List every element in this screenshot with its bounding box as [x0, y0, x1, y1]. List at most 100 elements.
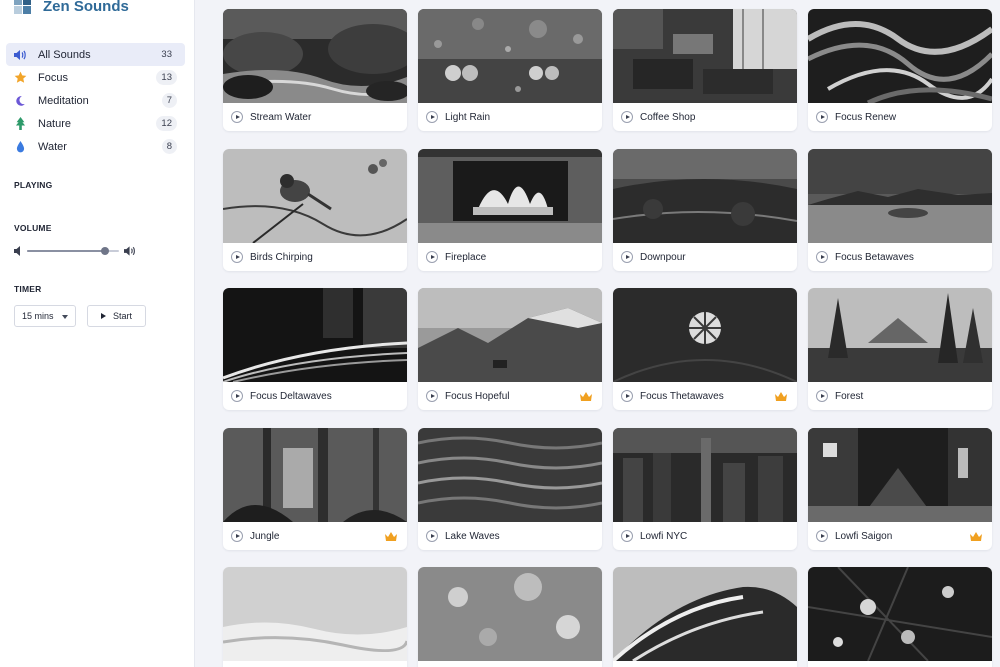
sound-thumbnail [613, 567, 797, 661]
sound-thumbnail [808, 149, 992, 243]
category-label: All Sounds [38, 48, 91, 61]
category-count: 13 [156, 70, 177, 85]
sound-card-fireplace[interactable]: Fireplace [418, 149, 602, 271]
volume-slider-fill [27, 250, 106, 252]
sound-title: Birds Chirping [250, 251, 313, 263]
sound-thumbnail [223, 9, 407, 103]
playing-heading: PLAYING [14, 180, 53, 190]
category-all-sounds[interactable]: All Sounds 33 [6, 43, 185, 66]
category-count: 12 [156, 116, 177, 131]
sound-card[interactable] [223, 567, 407, 667]
play-icon[interactable] [621, 390, 633, 402]
sound-title: Focus Betawaves [835, 251, 914, 263]
sound-card-jungle[interactable]: Jungle [223, 428, 407, 550]
star-icon [13, 71, 27, 85]
sound-card-lowfi-saigon[interactable]: Lowfi Saigon [808, 428, 992, 550]
play-icon[interactable] [621, 251, 633, 263]
sound-thumbnail [613, 9, 797, 103]
play-icon[interactable] [231, 530, 243, 542]
sound-title: Stream Water [250, 111, 312, 123]
sound-card-lake-waves[interactable]: Lake Waves [418, 428, 602, 550]
sound-thumbnail [808, 428, 992, 522]
play-icon[interactable] [816, 530, 828, 542]
play-icon[interactable] [426, 530, 438, 542]
sound-thumbnail [418, 288, 602, 382]
volume-slider-handle[interactable] [101, 247, 110, 255]
sound-title: Forest [835, 390, 864, 402]
sound-card[interactable] [613, 567, 797, 667]
play-icon[interactable] [426, 390, 438, 402]
crown-icon [580, 391, 592, 401]
volume-slider[interactable] [27, 247, 119, 255]
sound-title: Light Rain [445, 111, 491, 123]
sound-title: Focus Renew [835, 111, 897, 123]
sound-thumbnail [613, 288, 797, 382]
sound-title: Lake Waves [445, 530, 500, 542]
volume-control [14, 244, 138, 258]
category-count: 8 [161, 139, 177, 154]
play-icon [100, 313, 106, 319]
sound-thumbnail [613, 428, 797, 522]
sound-title: Lowfi NYC [640, 530, 688, 542]
volume-low-icon[interactable] [14, 246, 23, 256]
volume-heading: VOLUME [14, 223, 52, 233]
sound-title: Focus Deltawaves [250, 390, 332, 402]
sound-thumbnail [223, 149, 407, 243]
timer-duration-select[interactable]: 15 mins [14, 305, 76, 327]
crown-icon [775, 391, 787, 401]
play-icon[interactable] [231, 111, 243, 123]
sound-card-lowfi-nyc[interactable]: Lowfi NYC [613, 428, 797, 550]
brand[interactable]: Zen Sounds [14, 0, 129, 18]
category-label: Water [38, 140, 67, 153]
timer-duration-value: 15 mins [22, 311, 54, 321]
sound-card-coffee-shop[interactable]: Coffee Shop [613, 9, 797, 131]
sound-title: Fireplace [445, 251, 487, 263]
sound-card-stream-water[interactable]: Stream Water [223, 9, 407, 131]
sound-title: Focus Thetawaves [640, 390, 724, 402]
sound-card[interactable] [808, 567, 992, 667]
volume-high-icon[interactable] [124, 245, 137, 257]
sound-title: Coffee Shop [640, 111, 696, 123]
sound-title: Focus Hopeful [445, 390, 510, 402]
sound-thumbnail [418, 149, 602, 243]
sound-card[interactable] [418, 567, 602, 667]
category-water[interactable]: Water 8 [6, 135, 185, 158]
sound-title: Lowfi Saigon [835, 530, 893, 542]
timer-heading: TIMER [14, 284, 42, 294]
play-icon[interactable] [816, 390, 828, 402]
sound-card-focus-renew[interactable]: Focus Renew [808, 9, 992, 131]
play-icon[interactable] [816, 251, 828, 263]
crown-icon [970, 531, 982, 541]
sound-title: Jungle [250, 530, 280, 542]
sound-card-downpour[interactable]: Downpour [613, 149, 797, 271]
sound-card-forest[interactable]: Forest [808, 288, 992, 410]
sound-card-birds-chirping[interactable]: Birds Chirping [223, 149, 407, 271]
category-label: Meditation [38, 94, 89, 107]
play-icon[interactable] [816, 111, 828, 123]
category-count: 33 [161, 49, 172, 60]
timer-start-button[interactable]: Start [87, 305, 146, 327]
sound-card-focus-deltawaves[interactable]: Focus Deltawaves [223, 288, 407, 410]
play-icon[interactable] [621, 530, 633, 542]
sound-thumbnail [418, 428, 602, 522]
play-icon[interactable] [426, 111, 438, 123]
play-icon[interactable] [231, 251, 243, 263]
sound-thumbnail [613, 149, 797, 243]
moon-icon [13, 94, 27, 108]
play-icon[interactable] [231, 390, 243, 402]
category-focus[interactable]: Focus 13 [6, 66, 185, 89]
sound-card-focus-hopeful[interactable]: Focus Hopeful [418, 288, 602, 410]
category-meditation[interactable]: Meditation 7 [6, 89, 185, 112]
sound-thumbnail [808, 9, 992, 103]
tree-icon [13, 117, 27, 131]
sound-card-light-rain[interactable]: Light Rain [418, 9, 602, 131]
zen-sounds-logo-icon [14, 0, 32, 15]
sound-card-focus-betawaves[interactable]: Focus Betawaves [808, 149, 992, 271]
sound-thumbnail [418, 9, 602, 103]
sound-card-focus-thetawaves[interactable]: Focus Thetawaves [613, 288, 797, 410]
sidebar: Zen Sounds All Sounds 33 Focus 13 Medita… [0, 0, 195, 667]
category-nature[interactable]: Nature 12 [6, 112, 185, 135]
category-label: Nature [38, 117, 72, 130]
play-icon[interactable] [621, 111, 633, 123]
play-icon[interactable] [426, 251, 438, 263]
